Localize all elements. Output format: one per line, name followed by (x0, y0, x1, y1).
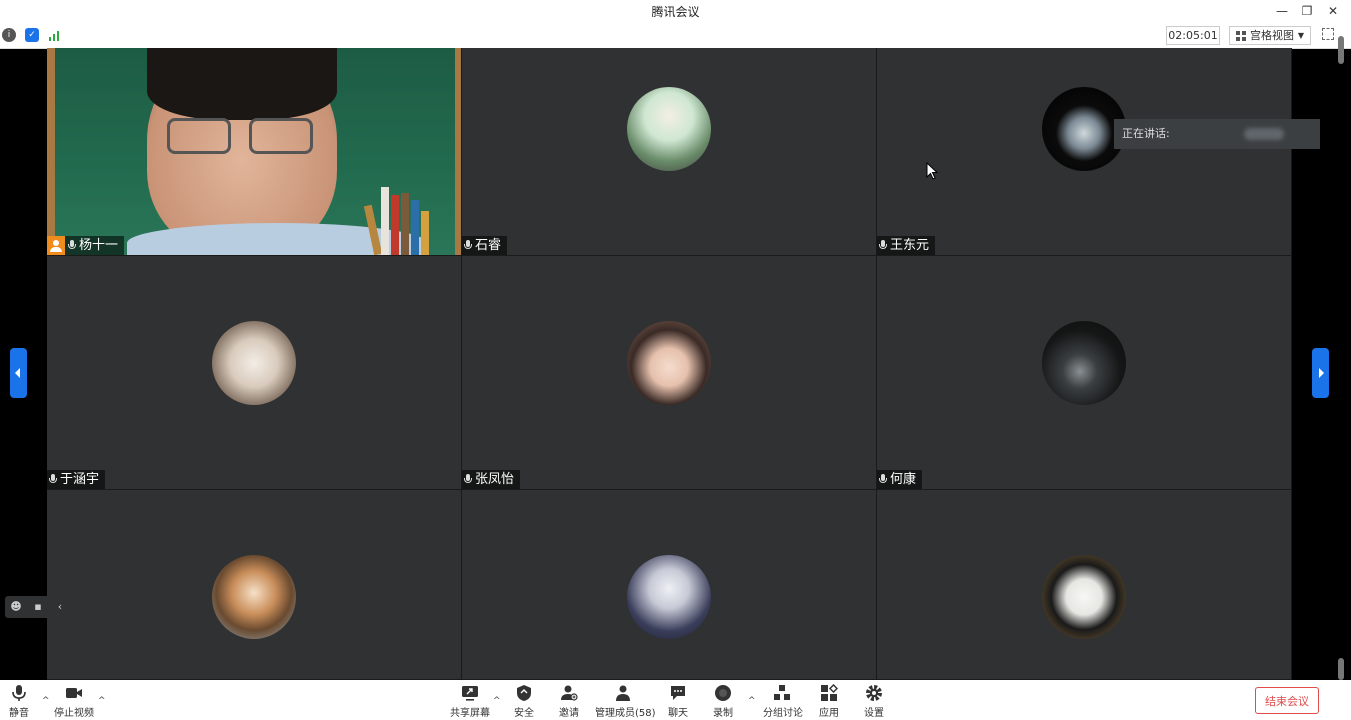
next-page-button[interactable] (1312, 348, 1329, 398)
speaker-name-blurred (1244, 128, 1284, 140)
anime-girl-hat-avatar (627, 87, 711, 171)
stop-video-button[interactable]: 停止视频 (54, 684, 94, 719)
dark-moon-avatar (1042, 321, 1126, 405)
anime-boy-sailor-avatar (212, 555, 296, 639)
speaking-indicator: 正在讲话: (1114, 119, 1320, 149)
mic-icon (879, 240, 887, 251)
prev-page-button[interactable] (10, 348, 27, 398)
participant-name-tag: 石睿 (462, 236, 508, 255)
mouse-cursor-icon (926, 162, 938, 180)
video-grid: 杨十一 石睿 王东元 于涵宇 张凤怡 何康 (47, 48, 1292, 680)
reaction-panel: ☻ ▪ ‹ (5, 596, 73, 618)
restore-button[interactable]: ❐ (1296, 2, 1318, 20)
microphone-icon (12, 685, 26, 701)
participant-name-tag: 何康 (877, 470, 923, 489)
close-button[interactable]: ✕ (1322, 2, 1344, 20)
share-options-chevron-icon[interactable]: ^ (493, 696, 501, 706)
breakout-icon (774, 685, 790, 700)
video-options-chevron-icon[interactable]: ^ (98, 696, 106, 706)
video-tile[interactable]: 王东元 (877, 48, 1292, 256)
chat-button[interactable]: 聊天 (666, 684, 690, 719)
fullscreen-icon[interactable] (1322, 28, 1334, 40)
mic-icon (879, 474, 887, 485)
participant-name: 何康 (890, 472, 917, 487)
scrollbar-thumb[interactable] (1338, 36, 1344, 64)
participant-name: 石睿 (475, 238, 502, 253)
participant-name-tag: 杨十一 (47, 236, 125, 255)
view-mode-dropdown[interactable]: 宫格视图 ▼ (1229, 26, 1311, 45)
white-dog-avatar (212, 321, 296, 405)
shield-icon (517, 685, 531, 701)
bottom-toolbar: 静音 ^ 停止视频 ^ 共享屏幕 ^ 安全 邀请 管理成员(58) 聊天 录制 … (0, 680, 1351, 720)
participant-name: 张凤怡 (475, 472, 515, 487)
scrollbar-thumb-lower[interactable] (1338, 658, 1344, 680)
mute-options-chevron-icon[interactable]: ^ (42, 696, 50, 706)
record-icon (715, 685, 731, 701)
video-tile[interactable]: 何康 (877, 256, 1292, 490)
breakout-rooms-button[interactable]: 分组讨论 (763, 684, 803, 719)
meeting-info-bar: i ✓ 02:05:01 宫格视图 ▼ (0, 22, 1351, 49)
signal-icon[interactable] (48, 29, 62, 41)
members-icon (616, 685, 630, 701)
chat-icon (671, 686, 685, 700)
meeting-timer: 02:05:01 (1166, 26, 1220, 45)
shield-icon[interactable]: ✓ (25, 28, 39, 42)
grid-view-icon (1236, 31, 1246, 41)
video-camera-icon (66, 688, 82, 698)
chevron-right-icon (1319, 368, 1324, 378)
girl-photo-avatar (627, 321, 711, 405)
video-tile[interactable]: 杨十一 (47, 48, 462, 256)
video-tile[interactable]: 石睿 (462, 48, 877, 256)
camera-feed (47, 48, 461, 255)
participant-name: 杨十一 (79, 238, 119, 253)
manage-members-button[interactable]: 管理成员(58) (595, 684, 656, 719)
participant-name-tag: 王东元 (877, 236, 936, 255)
share-screen-icon (462, 686, 478, 701)
add-user-icon (561, 685, 578, 701)
security-button[interactable]: 安全 (512, 684, 536, 719)
video-tile[interactable] (462, 490, 877, 680)
chevron-left-icon (15, 368, 20, 378)
mic-icon (68, 240, 76, 251)
record-options-chevron-icon[interactable]: ^ (748, 696, 756, 706)
chevron-down-icon: ▼ (1297, 31, 1304, 40)
apps-icon (821, 684, 838, 701)
participant-name-tag: 张凤怡 (462, 470, 521, 489)
emoji-icon[interactable]: ☻ (9, 600, 23, 614)
speaking-label: 正在讲话: (1122, 127, 1170, 140)
video-tile[interactable] (47, 490, 462, 680)
mute-button[interactable]: 静音 (4, 684, 34, 719)
participant-name-tag: 于涵宇 (47, 470, 106, 489)
chevron-left-icon[interactable]: ‹ (53, 600, 67, 614)
apps-button[interactable]: 应用 (817, 684, 841, 719)
settings-button[interactable]: 设置 (862, 684, 886, 719)
view-mode-label: 宫格视图 (1250, 29, 1294, 42)
title-bar: 腾讯会议 — ❐ ✕ (0, 0, 1351, 22)
info-icon[interactable]: i (2, 28, 16, 42)
video-tile[interactable]: 于涵宇 (47, 256, 462, 490)
host-icon (47, 236, 65, 255)
mic-icon (49, 474, 57, 485)
mic-icon (464, 240, 472, 251)
record-button[interactable]: 录制 (711, 684, 735, 719)
mic-icon (464, 474, 472, 485)
window-title: 腾讯会议 (651, 5, 700, 19)
panda-avatar (1042, 555, 1126, 639)
video-tile[interactable]: 张凤怡 (462, 256, 877, 490)
end-meeting-button[interactable]: 结束会议 (1255, 687, 1319, 714)
video-tile[interactable] (877, 490, 1292, 680)
gear-icon (866, 685, 882, 701)
participant-name: 于涵宇 (60, 472, 100, 487)
comment-icon[interactable]: ▪ (31, 600, 45, 614)
participant-name: 王东元 (890, 238, 930, 253)
minimize-button[interactable]: — (1271, 2, 1293, 20)
invite-button[interactable]: 邀请 (557, 684, 581, 719)
anime-silver-hair-avatar (627, 555, 711, 639)
share-screen-button[interactable]: 共享屏幕 (450, 684, 490, 719)
